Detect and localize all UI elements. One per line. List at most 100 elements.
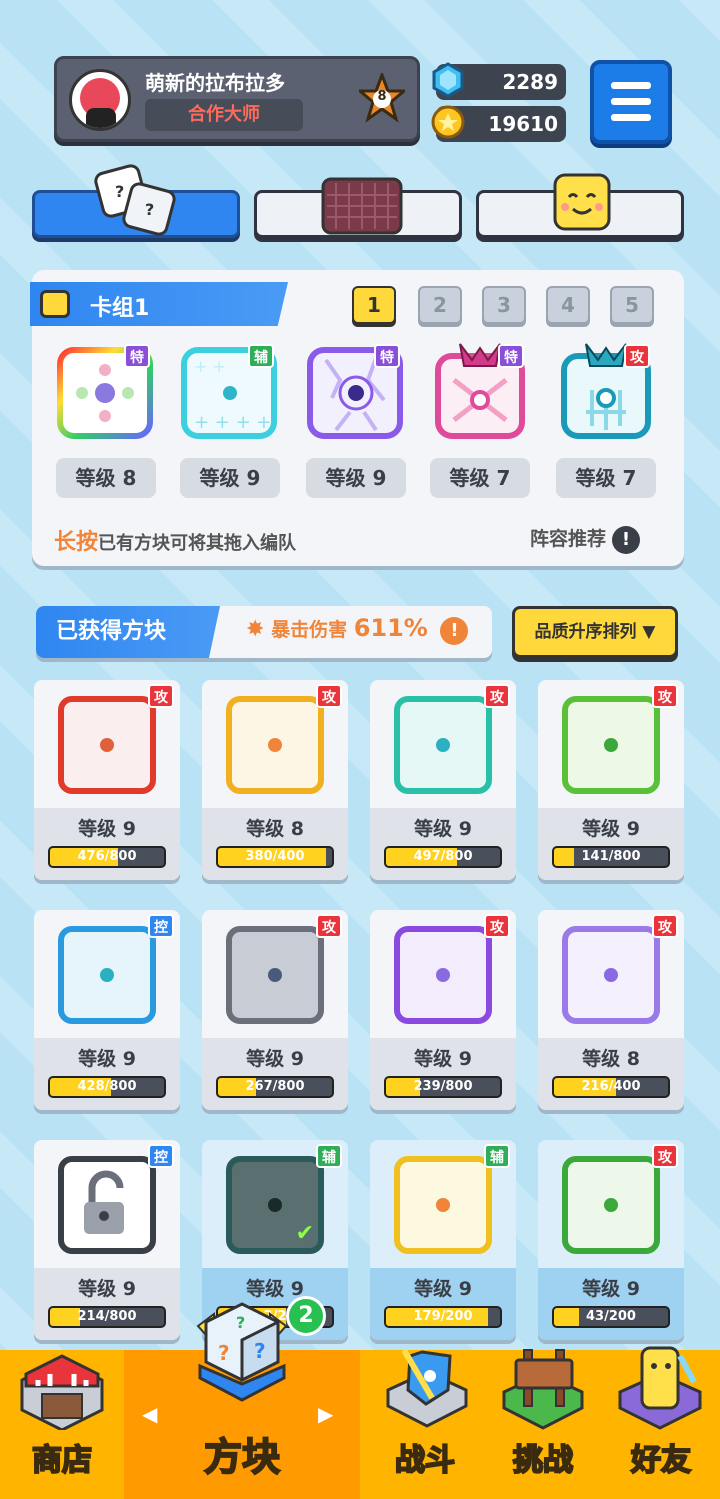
player-name: 萌新的拉布拉多	[145, 71, 285, 95]
menu-button[interactable]	[590, 60, 672, 144]
block-card[interactable]: 攻等级 9 239/800	[370, 910, 516, 1110]
block-level: 等级 9	[414, 818, 472, 840]
svg-text:+ + + +: + + + +	[194, 412, 272, 433]
card-tag: 辅	[248, 344, 274, 368]
card-tag: 特	[374, 344, 400, 368]
lineup-recommend-button[interactable]: 阵容推荐!	[530, 524, 641, 554]
burst-icon: ✸	[246, 617, 265, 642]
block-progress-bar: 267/800	[216, 1076, 334, 1098]
player-title: 合作大师	[145, 99, 303, 131]
check-icon: ✔	[295, 1221, 314, 1246]
block-progress-text: 497/800	[413, 849, 473, 864]
block-card[interactable]: 攻等级 8 216/400	[538, 910, 684, 1110]
avatar[interactable]	[69, 69, 131, 131]
block-art-icon	[394, 926, 492, 1024]
nav-friends[interactable]: 好友	[602, 1346, 720, 1499]
deck-slot-3[interactable]: 3	[482, 286, 526, 324]
svg-text:?: ?	[145, 200, 154, 219]
block-tag: 攻	[484, 914, 510, 938]
deck-slot-2[interactable]: 2	[418, 286, 462, 324]
coin-count: 19610	[488, 112, 558, 136]
svg-text:?: ?	[115, 182, 124, 201]
nav-challenge[interactable]: 挑战	[484, 1349, 602, 1499]
block-progress-bar: 141/800	[552, 846, 670, 868]
deck-card[interactable]: + + + + + + 辅	[180, 340, 280, 440]
nav-battle[interactable]: 战斗	[366, 1348, 484, 1499]
blocks-badge: 2	[286, 1296, 326, 1336]
block-card[interactable]: 攻等级 9 141/800	[538, 680, 684, 880]
block-art-icon	[58, 1156, 156, 1254]
dice-icon: ??	[94, 164, 176, 236]
profile-panel[interactable]: 萌新的拉布拉多 合作大师 8	[54, 56, 420, 142]
deck-card[interactable]: 攻	[556, 340, 656, 440]
block-card[interactable]: 辅等级 9 179/200	[370, 1140, 516, 1340]
block-progress-text: 267/800	[245, 1079, 305, 1094]
info-icon: !	[612, 525, 641, 554]
nav-shop[interactable]: 商店	[0, 1350, 124, 1499]
deck-slot-4[interactable]: 4	[546, 286, 590, 324]
gem-count: 2289	[502, 70, 558, 94]
block-progress-bar: 497/800	[384, 846, 502, 868]
block-card[interactable]: 攻等级 9 43/200	[538, 1140, 684, 1340]
deck-card-level: 等级 7	[430, 458, 530, 498]
deck-card[interactable]: 特	[430, 340, 530, 440]
block-art-icon	[226, 926, 324, 1024]
deck-title: 卡组1	[90, 296, 150, 321]
block-level: 等级 8	[246, 818, 304, 840]
deck-card-level: 等级 9	[306, 458, 406, 498]
deck-card[interactable]: 特	[56, 340, 156, 440]
block-tag: 攻	[652, 914, 678, 938]
block-progress-text: 141/800	[581, 849, 641, 864]
block-card[interactable]: 攻等级 9 476/800	[34, 680, 180, 880]
drag-hint: 长按已有方块可将其拖入编队	[54, 524, 296, 556]
block-card[interactable]: 攻等级 9 497/800	[370, 680, 516, 880]
block-progress-bar: 239/800	[384, 1076, 502, 1098]
card-tag: 攻	[624, 344, 650, 368]
gem-counter[interactable]: 2289	[432, 62, 566, 100]
nav-next-arrow-icon[interactable]: ▶	[318, 1402, 333, 1426]
acquired-label: 已获得方块	[36, 606, 220, 658]
block-art-icon	[226, 696, 324, 794]
block-art-icon	[58, 926, 156, 1024]
block-tag: 控	[148, 1144, 174, 1168]
block-tag: 攻	[316, 914, 342, 938]
deck-slot-5[interactable]: 5	[610, 286, 654, 324]
coin-counter[interactable]: 19610	[431, 105, 566, 142]
deck-card[interactable]: 特	[306, 340, 406, 440]
crit-info-icon: !	[440, 616, 469, 645]
acquired-header: 已获得方块 ✸ 暴击伤害 611% !	[36, 606, 492, 658]
menu-icon	[611, 82, 651, 89]
block-progress-text: 214/800	[77, 1309, 137, 1324]
edit-pencil-icon[interactable]	[40, 290, 70, 318]
block-tag: 攻	[652, 1144, 678, 1168]
block-progress-bar: 476/800	[48, 846, 166, 868]
block-level: 等级 8	[582, 1048, 640, 1070]
block-card[interactable]: 攻等级 8 380/400	[202, 680, 348, 880]
block-progress-text: 179/200	[413, 1309, 473, 1324]
sort-button[interactable]: 品质升序排列 ▼	[512, 606, 678, 658]
smiley-block-icon	[553, 173, 611, 231]
crit-value: 611%	[353, 614, 428, 642]
block-tag: 控	[148, 914, 174, 938]
deck-slot-1[interactable]: 1	[352, 286, 396, 324]
block-level: 等级 9	[414, 1048, 472, 1070]
block-progress-bar: 179/200	[384, 1306, 502, 1328]
tab-emoji[interactable]	[476, 173, 684, 238]
crit-damage[interactable]: ✸ 暴击伤害 611% !	[246, 614, 469, 645]
rank-number: 8	[377, 89, 387, 104]
block-card[interactable]: 控等级 9 428/800	[34, 910, 180, 1110]
nav-prev-arrow-icon[interactable]: ◀	[142, 1402, 157, 1426]
block-progress-text: 43/200	[586, 1309, 636, 1324]
tab-dice[interactable]: ??	[32, 164, 240, 238]
gem-icon	[432, 62, 464, 98]
svg-text:?: ?	[218, 1341, 230, 1365]
block-progress-text: 476/800	[77, 849, 137, 864]
deck-title-bar[interactable]: 卡组1	[30, 282, 288, 326]
block-card[interactable]: 控等级 9 214/800	[34, 1140, 180, 1340]
crit-label: 暴击伤害	[271, 619, 348, 641]
block-card[interactable]: 攻等级 9 267/800	[202, 910, 348, 1110]
block-progress-text: 380/400	[245, 849, 305, 864]
tab-board[interactable]	[254, 177, 462, 238]
nav-challenge-label: 挑战	[512, 1442, 574, 1479]
nav-blocks[interactable]: ??? ◀ ▶ 方块	[124, 1302, 360, 1499]
